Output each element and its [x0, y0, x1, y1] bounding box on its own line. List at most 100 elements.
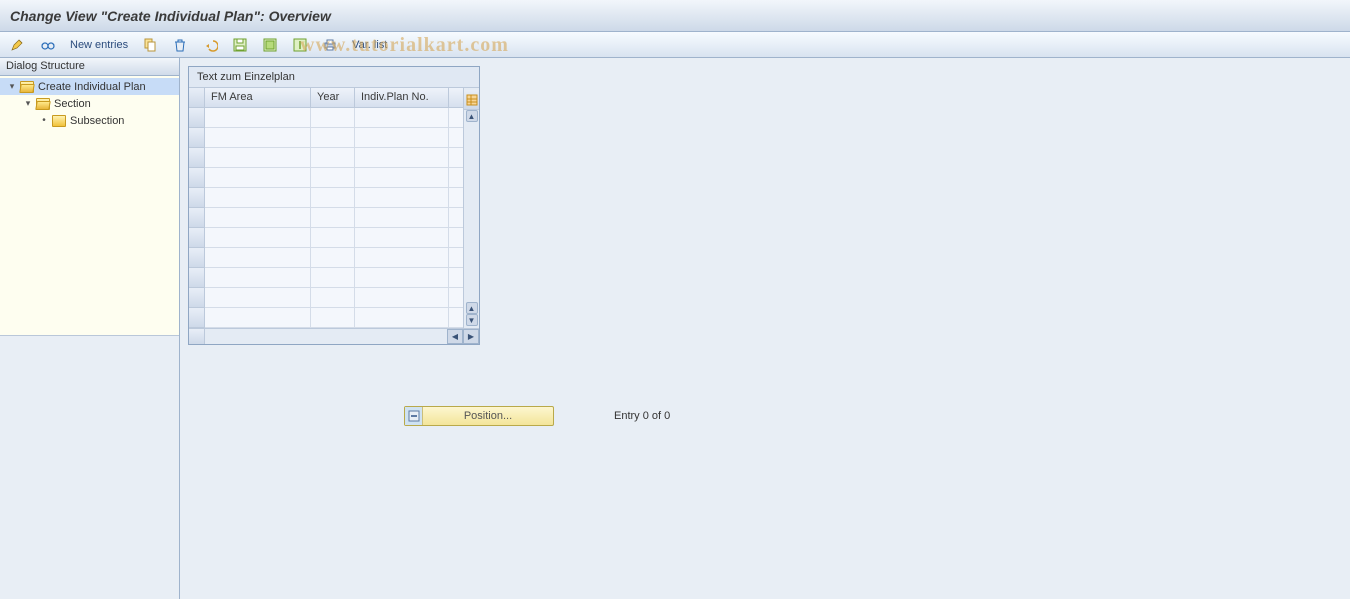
tree-node-label: Subsection	[70, 115, 124, 127]
var-list-label: Var. list	[352, 39, 387, 51]
cell[interactable]	[205, 148, 311, 167]
row-selector[interactable]	[189, 168, 204, 188]
dialog-structure-panel: Dialog Structure ▾Create Individual Plan…	[0, 58, 180, 599]
folder-open-icon	[20, 81, 34, 93]
row-selector[interactable]	[189, 208, 204, 228]
tree-expand-icon[interactable]: ▾	[6, 81, 18, 93]
dialog-structure-tree[interactable]: ▾Create Individual Plan▾Section • Subsecti…	[0, 76, 179, 336]
select-all-icon	[262, 37, 278, 53]
table-row[interactable]	[205, 108, 463, 128]
cell[interactable]	[205, 128, 311, 147]
deselect-all-button[interactable]	[288, 35, 312, 55]
new-entries-label: New entries	[70, 39, 128, 51]
toggle-edit-button[interactable]	[6, 35, 30, 55]
copy-icon	[142, 37, 158, 53]
cell[interactable]	[205, 248, 311, 267]
cell[interactable]	[205, 208, 311, 227]
scroll-up-button[interactable]: ▲	[466, 110, 478, 122]
tree-node[interactable]: • Subsection	[0, 112, 179, 129]
cell[interactable]	[311, 108, 355, 127]
column-header-fm_area[interactable]: FM Area	[205, 88, 311, 107]
cell[interactable]	[205, 288, 311, 307]
cell[interactable]	[355, 228, 449, 247]
table-row[interactable]	[205, 128, 463, 148]
row-selector[interactable]	[189, 248, 204, 268]
table-row[interactable]	[205, 188, 463, 208]
hscroll-track[interactable]	[205, 329, 447, 344]
table-row[interactable]	[205, 248, 463, 268]
row-selector[interactable]	[189, 288, 204, 308]
row-selector-column[interactable]	[189, 88, 205, 328]
undo-button[interactable]	[198, 35, 222, 55]
find-button[interactable]	[36, 35, 60, 55]
cell[interactable]	[355, 128, 449, 147]
scroll-down-button[interactable]: ▼	[466, 314, 478, 326]
tree-node[interactable]: ▾Section	[0, 95, 179, 112]
row-selector[interactable]	[189, 188, 204, 208]
cell[interactable]	[205, 188, 311, 207]
cell[interactable]	[311, 248, 355, 267]
glasses-icon	[40, 37, 56, 53]
cell[interactable]	[311, 288, 355, 307]
cell[interactable]	[311, 188, 355, 207]
table-row[interactable]	[205, 308, 463, 328]
cell[interactable]	[311, 268, 355, 287]
table-row[interactable]	[205, 268, 463, 288]
table-row[interactable]	[205, 228, 463, 248]
hscroll-right[interactable]: ▶	[463, 329, 479, 344]
cell[interactable]	[205, 228, 311, 247]
vertical-scrollbar[interactable]: ▲ ▲ ▼	[463, 88, 479, 328]
row-selector[interactable]	[189, 308, 204, 328]
select-all-button[interactable]	[258, 35, 282, 55]
cell[interactable]	[205, 268, 311, 287]
row-selector[interactable]	[189, 128, 204, 148]
row-selector[interactable]	[189, 228, 204, 248]
cell[interactable]	[355, 248, 449, 267]
cell[interactable]	[355, 188, 449, 207]
table-row[interactable]	[205, 148, 463, 168]
window-title: Change View "Create Individual Plan": Ov…	[10, 8, 331, 24]
copy-button[interactable]	[138, 35, 162, 55]
cell[interactable]	[311, 168, 355, 187]
tree-expand-icon[interactable]: ▾	[22, 98, 34, 110]
row-selector[interactable]	[189, 108, 204, 128]
cell[interactable]	[355, 268, 449, 287]
cell[interactable]	[311, 148, 355, 167]
position-button[interactable]: Position...	[404, 406, 554, 426]
header-row-selector[interactable]	[189, 88, 204, 108]
table-row[interactable]	[205, 168, 463, 188]
row-selector[interactable]	[189, 268, 204, 288]
cell[interactable]	[311, 128, 355, 147]
cell[interactable]	[355, 208, 449, 227]
var-list-button[interactable]: Var. list	[348, 35, 391, 55]
cell[interactable]	[355, 168, 449, 187]
cell[interactable]	[355, 308, 449, 327]
new-entries-button[interactable]: New entries	[66, 35, 132, 55]
scroll-down-line-button[interactable]: ▲	[466, 302, 478, 314]
cell[interactable]	[205, 168, 311, 187]
cell[interactable]	[311, 228, 355, 247]
configure-columns-button[interactable]	[464, 90, 479, 110]
print-button[interactable]	[318, 35, 342, 55]
column-header-year[interactable]: Year	[311, 88, 355, 107]
table-row[interactable]	[205, 288, 463, 308]
data-grid[interactable]: FM AreaYearIndiv.Plan No. ▲ ▲ ▼	[189, 88, 479, 328]
save-button[interactable]	[228, 35, 252, 55]
folder-icon	[52, 115, 66, 127]
tree-node[interactable]: ▾Create Individual Plan	[0, 78, 179, 95]
tree-leaf-bullet: •	[38, 115, 50, 127]
cell[interactable]	[311, 208, 355, 227]
cell[interactable]	[355, 288, 449, 307]
cell[interactable]	[205, 308, 311, 327]
cell[interactable]	[311, 308, 355, 327]
table-row[interactable]	[205, 208, 463, 228]
row-selector[interactable]	[189, 148, 204, 168]
cell[interactable]	[355, 148, 449, 167]
hscroll-left[interactable]: ◀	[447, 329, 463, 344]
delete-button[interactable]	[168, 35, 192, 55]
column-header-plan_no[interactable]: Indiv.Plan No.	[355, 88, 449, 107]
cell[interactable]	[355, 108, 449, 127]
cell[interactable]	[205, 108, 311, 127]
select-all-rows[interactable]	[189, 329, 205, 344]
print-icon	[322, 37, 338, 53]
